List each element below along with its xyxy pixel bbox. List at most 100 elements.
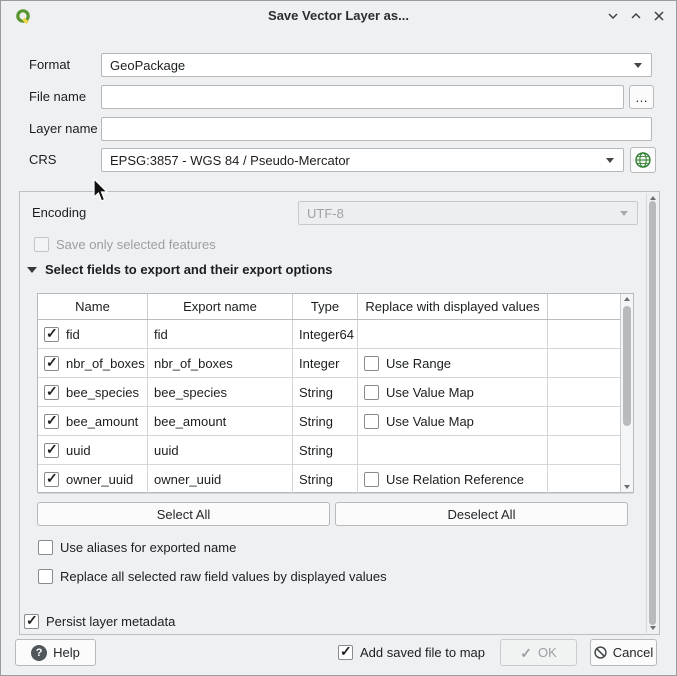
scroll-up-icon[interactable] (650, 196, 656, 200)
checkbox-box (338, 645, 353, 660)
help-button[interactable]: ? Help (15, 639, 96, 666)
field-type: Integer (299, 356, 339, 371)
field-name: bee_amount (66, 414, 138, 429)
save-vector-layer-dialog: Save Vector Layer as... Format GeoPackag… (0, 0, 677, 676)
window-title: Save Vector Layer as... (1, 8, 676, 23)
replace-option-label: Use Relation Reference (386, 472, 524, 487)
fields-section-title: Select fields to export and their export… (45, 262, 333, 277)
table-row-owner-uuid[interactable]: owner_uuid owner_uuid String Use Relatio… (38, 465, 633, 494)
checkbox-label: Add saved file to map (360, 645, 485, 660)
scroll-down-icon[interactable] (650, 626, 656, 630)
replace-option-label: Use Range (386, 356, 451, 371)
help-icon: ? (31, 645, 47, 661)
browse-button[interactable]: … (629, 85, 654, 109)
crs-picker-button[interactable] (630, 147, 656, 173)
checkbox-label: Persist layer metadata (46, 614, 175, 629)
use-relation-reference-checkbox[interactable] (364, 472, 379, 487)
table-row-bee-amount[interactable]: bee_amount bee_amount String Use Value M… (38, 407, 633, 436)
encoding-select[interactable]: UTF-8 (298, 201, 638, 225)
use-aliases-checkbox[interactable]: Use aliases for exported name (38, 539, 236, 556)
format-value: GeoPackage (110, 58, 185, 73)
add-saved-file-checkbox[interactable]: Add saved file to map (338, 644, 485, 661)
field-export-name[interactable]: fid (154, 327, 168, 342)
ok-label: OK (538, 645, 557, 660)
persist-metadata-checkbox[interactable]: Persist layer metadata (24, 613, 175, 630)
checkbox-box (38, 540, 53, 555)
use-value-map-checkbox[interactable] (364, 414, 379, 429)
file-name-label: File name (29, 85, 86, 109)
window-maximize-icon[interactable] (629, 9, 643, 23)
save-only-selected-checkbox[interactable]: Save only selected features (34, 236, 216, 253)
crs-globe-icon (634, 151, 652, 169)
options-scroll-area: Encoding UTF-8 Save only selected featur… (19, 191, 660, 635)
field-type: String (299, 472, 333, 487)
field-checkbox[interactable] (44, 414, 59, 429)
field-type: String (299, 385, 333, 400)
checkbox-label: Replace all selected raw field values by… (60, 569, 387, 584)
field-checkbox[interactable] (44, 356, 59, 371)
cancel-icon (594, 646, 607, 659)
fields-section-toggle[interactable]: Select fields to export and their export… (27, 262, 333, 277)
header-replace[interactable]: Replace with displayed values (358, 294, 548, 319)
encoding-label: Encoding (32, 201, 86, 225)
table-row-nbr-of-boxes[interactable]: nbr_of_boxes nbr_of_boxes Integer Use Ra… (38, 349, 633, 378)
field-type: Integer64 (299, 327, 354, 342)
use-value-map-checkbox[interactable] (364, 385, 379, 400)
layer-name-input[interactable] (101, 117, 652, 141)
window-minimize-icon[interactable] (606, 9, 620, 23)
field-type: String (299, 443, 333, 458)
options-scrollbar[interactable] (646, 193, 658, 633)
field-export-name[interactable]: nbr_of_boxes (154, 356, 233, 371)
cancel-button[interactable]: Cancel (590, 639, 657, 666)
field-checkbox[interactable] (44, 385, 59, 400)
checkbox-box (24, 614, 39, 629)
replace-option-label: Use Value Map (386, 385, 474, 400)
format-select[interactable]: GeoPackage (101, 53, 652, 77)
field-checkbox[interactable] (44, 327, 59, 342)
collapse-arrow-icon (27, 267, 37, 273)
crs-value: EPSG:3857 - WGS 84 / Pseudo-Mercator (110, 153, 350, 168)
encoding-value: UTF-8 (307, 206, 344, 221)
field-name: fid (66, 327, 80, 342)
crs-select[interactable]: EPSG:3857 - WGS 84 / Pseudo-Mercator (101, 148, 624, 172)
ok-check-icon: ✓ (520, 646, 532, 660)
deselect-all-button[interactable]: Deselect All (335, 502, 628, 526)
file-name-input[interactable] (101, 85, 624, 109)
header-export[interactable]: Export name (148, 294, 293, 319)
checkbox-box (38, 569, 53, 584)
field-name: bee_species (66, 385, 139, 400)
table-row-bee-species[interactable]: bee_species bee_species String Use Value… (38, 378, 633, 407)
table-scrollbar[interactable] (620, 294, 633, 492)
scroll-up-icon[interactable] (624, 297, 630, 301)
table-row-uuid[interactable]: uuid uuid String (38, 436, 633, 465)
field-type: String (299, 414, 333, 429)
field-checkbox[interactable] (44, 472, 59, 487)
mouse-cursor (93, 178, 111, 204)
field-name: uuid (66, 443, 91, 458)
field-checkbox[interactable] (44, 443, 59, 458)
cancel-label: Cancel (613, 645, 653, 660)
field-export-name[interactable]: owner_uuid (154, 472, 221, 487)
replace-option-label: Use Value Map (386, 414, 474, 429)
replace-raw-values-checkbox[interactable]: Replace all selected raw field values by… (38, 568, 387, 585)
field-export-name[interactable]: uuid (154, 443, 179, 458)
checkbox-box (34, 237, 49, 252)
titlebar: Save Vector Layer as... (1, 1, 676, 31)
fields-table: Name Export name Type Replace with displ… (37, 293, 634, 493)
ok-button[interactable]: ✓ OK (500, 639, 577, 666)
scroll-down-icon[interactable] (624, 485, 630, 489)
format-label: Format (29, 53, 70, 77)
use-range-checkbox[interactable] (364, 356, 379, 371)
checkbox-label: Use aliases for exported name (60, 540, 236, 555)
table-row-fid[interactable]: fid fid Integer64 (38, 320, 633, 349)
window-close-icon[interactable] (652, 9, 666, 23)
header-name[interactable]: Name (38, 294, 148, 319)
select-all-button[interactable]: Select All (37, 502, 330, 526)
field-export-name[interactable]: bee_amount (154, 414, 226, 429)
layer-name-label: Layer name (29, 117, 98, 141)
field-name: nbr_of_boxes (66, 356, 145, 371)
crs-label: CRS (29, 148, 56, 172)
field-export-name[interactable]: bee_species (154, 385, 227, 400)
header-type[interactable]: Type (293, 294, 358, 319)
checkbox-label: Save only selected features (56, 237, 216, 252)
